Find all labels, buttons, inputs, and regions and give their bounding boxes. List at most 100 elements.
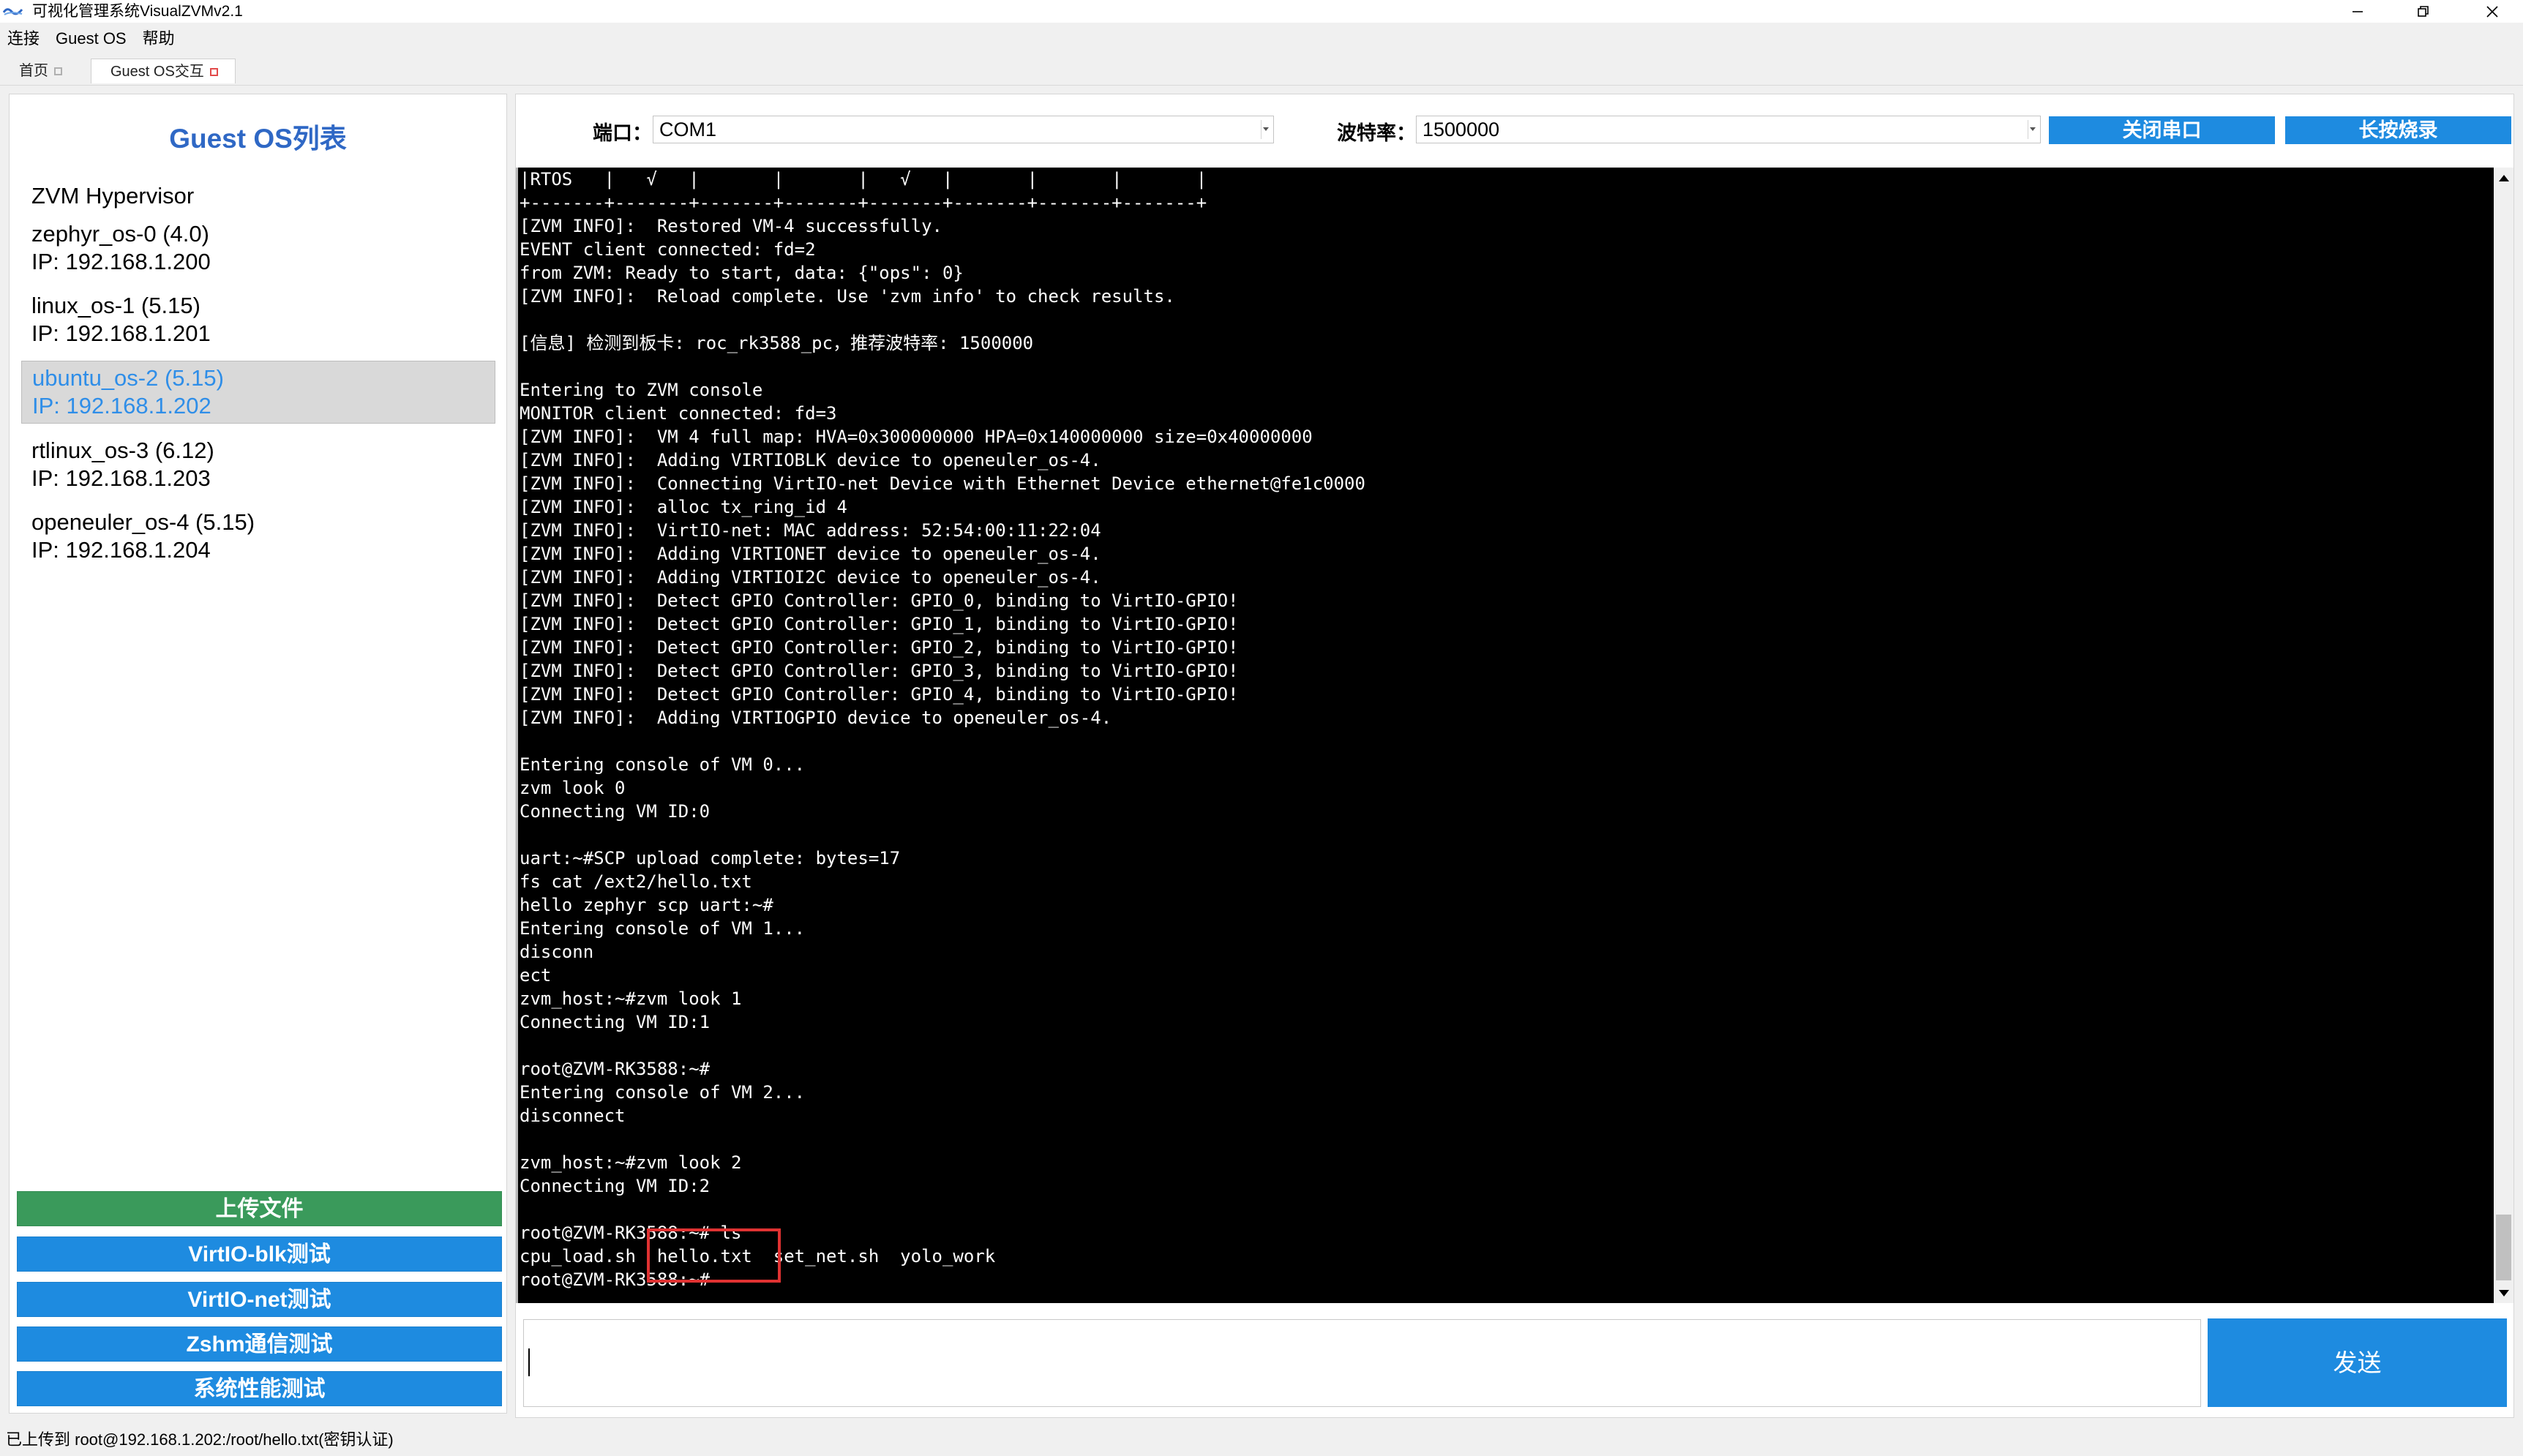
terminal-line: Entering console of VM 0... (520, 754, 806, 775)
close-icon (2486, 5, 2498, 18)
menu-bar: 连接 Guest OS 帮助 (0, 25, 184, 53)
flash-button[interactable]: 长按烧录 (2285, 116, 2511, 144)
terminal-line: Connecting VM ID:0 (520, 801, 711, 822)
terminal-line: +-------+-------+-------+-------+-------… (520, 192, 1207, 213)
terminal-line: [ZVM INFO]: Adding VIRTIOI2C device to o… (520, 567, 1101, 588)
terminal-line: [ZVM INFO]: Connecting VirtIO-net Device… (520, 473, 1365, 494)
triangle-up-icon (2498, 174, 2509, 181)
close-window-button[interactable] (2470, 0, 2514, 23)
terminal-line: zvm_host:~#zvm look 2 (520, 1152, 742, 1173)
terminal-line: [ZVM INFO]: Detect GPIO Controller: GPIO… (520, 661, 1239, 681)
terminal-line: [ZVM INFO]: Adding VIRTIOGPIO device to … (520, 708, 1112, 728)
terminal-line: [ZVM INFO]: Detect GPIO Controller: GPIO… (520, 637, 1239, 658)
chevron-down-icon[interactable] (1261, 120, 1270, 139)
terminal-line: [ZVM INFO]: VirtIO-net: MAC address: 52:… (520, 520, 1101, 541)
os-item-linux[interactable]: linux_os-1 (5.15) IP: 192.168.1.201 (21, 289, 495, 350)
terminal-line: [ZVM INFO]: Adding VIRTIONET device to o… (520, 544, 1101, 564)
terminal-scrollbar[interactable] (2494, 168, 2513, 1303)
panel-title: Guest OS列表 (169, 124, 347, 154)
minimize-icon (2353, 10, 2363, 12)
terminal-line: ect (520, 965, 552, 986)
close-serial-button[interactable]: 关闭串口 (2049, 116, 2275, 144)
terminal-line: [ZVM INFO]: alloc tx_ring_id 4 (520, 497, 847, 517)
port-value: COM1 (659, 119, 717, 140)
command-input[interactable] (523, 1319, 2201, 1407)
os-item-zephyr[interactable]: zephyr_os-0 (4.0) IP: 192.168.1.200 (21, 217, 495, 279)
restore-button[interactable] (2402, 0, 2445, 23)
text-caret (528, 1348, 530, 1376)
os-name: rtlinux_os-3 (6.12) (31, 438, 214, 463)
scroll-up-arrow[interactable] (2494, 168, 2513, 187)
port-label: 端口： (593, 122, 652, 144)
terminal-line: from ZVM: Ready to start, data: {"ops": … (520, 263, 964, 283)
interaction-panel: 端口： COM1 波特率： 1500000 关闭串口 长按烧录 |RTOS | … (515, 94, 2514, 1418)
baud-select[interactable]: 1500000 (1416, 116, 2041, 143)
os-name: zephyr_os-0 (4.0) (31, 221, 209, 247)
terminal-line: Connecting VM ID:2 (520, 1176, 711, 1196)
terminal-line: |RTOS | √ | | | √ | | | | (520, 169, 1207, 189)
os-ip: IP: 192.168.1.200 (31, 249, 211, 274)
performance-test-button[interactable]: 系统性能测试 (17, 1371, 502, 1406)
terminal-line: [ZVM INFO]: Restored VM-4 successfully. (520, 216, 942, 236)
send-button[interactable]: 发送 (2208, 1318, 2507, 1407)
terminal-line: [ZVM INFO]: Reload complete. Use 'zvm in… (520, 286, 1175, 307)
os-name: linux_os-1 (5.15) (31, 293, 200, 318)
scrollbar-thumb[interactable] (2496, 1215, 2511, 1280)
minimize-button[interactable] (2336, 0, 2380, 23)
os-item-rtlinux[interactable]: rtlinux_os-3 (6.12) IP: 192.168.1.203 (21, 434, 495, 495)
menu-guest-os[interactable]: Guest OS (48, 25, 135, 53)
menu-help[interactable]: 帮助 (135, 25, 184, 53)
app-logo-icon (3, 8, 23, 15)
terminal-line: Entering console of VM 1... (520, 918, 806, 939)
terminal-line: [信息] 检测到板卡: roc_rk3588_pc，推荐波特率: 1500000 (520, 333, 1034, 353)
terminal-line: disconnect (520, 1106, 626, 1126)
os-name: openeuler_os-4 (5.15) (31, 509, 255, 535)
terminal-line: uart:~#SCP upload complete: bytes=17 (520, 848, 901, 868)
virtio-net-test-button[interactable]: VirtIO-net测试 (17, 1282, 502, 1317)
terminal-line: fs cat /ext2/hello.txt (520, 871, 752, 892)
os-item-ubuntu[interactable]: ubuntu_os-2 (5.15) IP: 192.168.1.202 (21, 361, 495, 424)
os-item-openeuler[interactable]: openeuler_os-4 (5.15) IP: 192.168.1.204 (21, 506, 495, 567)
terminal-left-edge (516, 168, 518, 1303)
os-ip: IP: 192.168.1.203 (31, 465, 211, 491)
restore-icon (2418, 5, 2429, 17)
os-ip: IP: 192.168.1.201 (31, 320, 211, 346)
title-bar: 可视化管理系统VisualZVMv2.1 (0, 0, 2523, 23)
terminal-line: [ZVM INFO]: VM 4 full map: HVA=0x3000000… (520, 427, 1313, 447)
terminal-line: root@ZVM-RK3588:~# (520, 1059, 711, 1079)
window-title: 可视化管理系统VisualZVMv2.1 (32, 3, 243, 20)
terminal-line: Entering console of VM 2... (520, 1082, 806, 1103)
zshm-test-button[interactable]: Zshm通信测试 (17, 1326, 502, 1362)
triangle-down-icon (2498, 1289, 2509, 1296)
os-list: ZVM Hypervisor zephyr_os-0 (4.0) IP: 192… (21, 179, 508, 577)
os-name: ZVM Hypervisor (31, 183, 195, 209)
status-bar: 已上传到 root@192.168.1.202:/root/hello.txt(… (6, 1430, 394, 1449)
terminal-line: zvm look 0 (520, 778, 626, 798)
os-item-zvm-hypervisor[interactable]: ZVM Hypervisor (21, 179, 495, 213)
guest-os-list-panel: Guest OS列表 ZVM Hypervisor zephyr_os-0 (4… (9, 94, 507, 1414)
terminal-line: Entering to ZVM console (520, 380, 763, 400)
virtio-blk-test-button[interactable]: VirtIO-blk测试 (17, 1237, 502, 1272)
terminal-line: hello zephyr scp uart:~# (520, 895, 773, 915)
os-ip: IP: 192.168.1.202 (32, 393, 211, 419)
terminal-output[interactable]: |RTOS | √ | | | √ | | | | +-------+------… (516, 168, 2494, 1303)
tab-guest-os-label: Guest OS交互 (110, 64, 204, 80)
tab-guest-os-interaction[interactable]: Guest OS交互 (91, 59, 236, 83)
tab-close-icon[interactable] (209, 68, 218, 77)
menu-connect[interactable]: 连接 (0, 25, 48, 53)
baud-label: 波特率： (1337, 122, 1416, 144)
port-select[interactable]: COM1 (653, 116, 1274, 143)
terminal-line: zvm_host:~#zvm look 1 (520, 988, 742, 1009)
tab-close-icon[interactable] (54, 67, 62, 76)
upload-file-button[interactable]: 上传文件 (17, 1191, 502, 1226)
terminal-line: [ZVM INFO]: Detect GPIO Controller: GPIO… (520, 684, 1239, 705)
tab-home[interactable]: 首页 (9, 59, 79, 83)
terminal-line: Connecting VM ID:1 (520, 1012, 711, 1032)
terminal-line: [ZVM INFO]: Adding VIRTIOBLK device to o… (520, 450, 1101, 470)
terminal-line: EVENT client connected: fd=2 (520, 239, 816, 260)
chevron-down-icon[interactable] (2028, 120, 2037, 139)
scroll-down-arrow[interactable] (2494, 1283, 2513, 1303)
terminal-line: [ZVM INFO]: Detect GPIO Controller: GPIO… (520, 590, 1239, 611)
os-ip: IP: 192.168.1.204 (31, 537, 211, 563)
tab-bar: 首页 Guest OS交互 (0, 56, 2523, 86)
